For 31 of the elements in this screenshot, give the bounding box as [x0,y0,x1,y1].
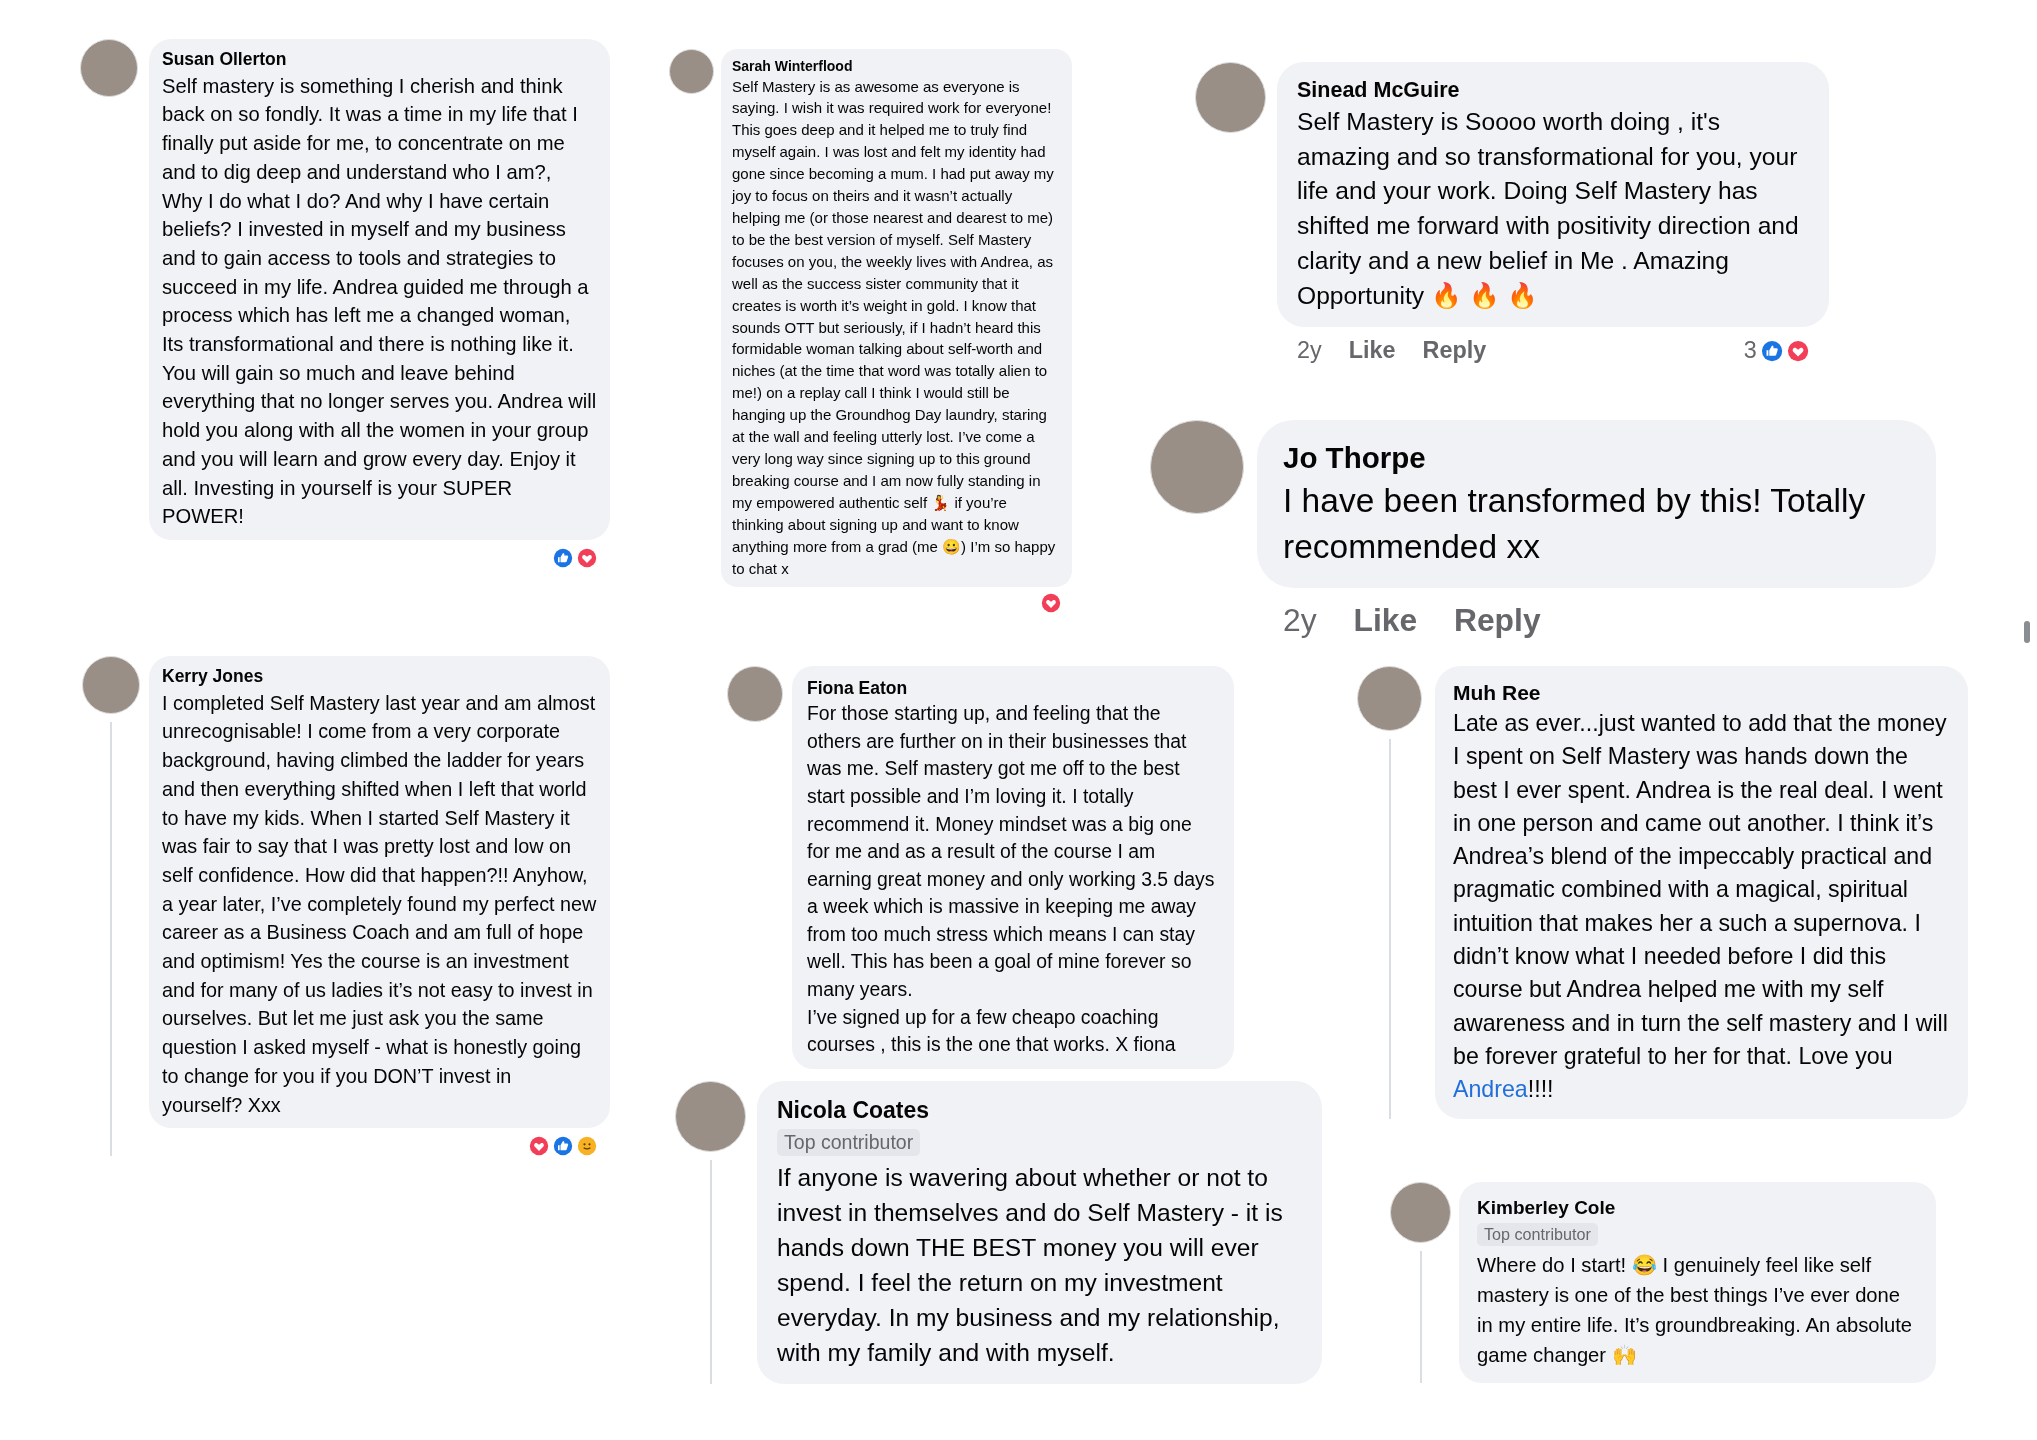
avatar[interactable] [727,666,783,722]
author-name[interactable]: Jo Thorpe [1283,438,1910,478]
author-name[interactable]: Sinead McGuire [1297,76,1809,105]
avatar[interactable] [669,49,714,94]
comment-text: Late as ever...just wanted to add that the money I spent on Self Mastery was hands down the best I ever spent. Andrea is the real deal. I went in one person and came out another. I think it’s Andrea’s blend of the impeccably practical and pragmatic combined with a magical, spiritual intuition that makes her a such a supernova. I didn’t know what I needed before I did this course but Andrea helped me with my self awareness and in turn the self mastery and I will be forever grateful to her for that. Love you Andrea!!!! [1453,708,1949,1105]
author-name[interactable]: Susan Ollerton [162,48,597,72]
like-link[interactable]: Like [1348,337,1396,365]
timestamp: 2y [1283,601,1317,639]
comment-text: I have been transformed by this! Totally recommended xx [1283,481,1867,567]
timestamp: 2y [1297,337,1322,365]
contributor-badge: Top contributor [777,1129,921,1157]
author-name[interactable]: Sarah Winterflood [732,56,1061,76]
comment-text: Self Mastery is Soooo worth doing , it's amazing and so transformational for you, your life and your work. Doing Self Mastery has shifted me forward with positivity direction and clarity and a new belief in Me . Amazing Opportunity 🔥 🔥 🔥 [1297,107,1800,311]
reply-link[interactable]: Reply [1422,337,1487,365]
comment-text: Self Mastery is as awesome as everyone is saying. I wish it was required work for everyone! This goes deep and it helped me to truly find myself again. I was lost and felt my identity had gone since becoming a mum. I had put away my joy to focus on theirs and it wasn’t actually helping me (or those nearest and dearest to me) to be the best version of myself. Self Mastery focuses on you, the weekly lives with Andrea, as well as the success sister community that it creates is worth it’s weight in gold. I know that sounds OTT but seriously, if I hadn’t heard this formidable woman talking about self-worth and niches (at the time that word was totally alien to me!) on a replay call I think I would still be hanging up the Groundhog Day laundry, staring at the wall and feeling utterly lost. I’ve come a very long way since signing up to this ground breaking course and I am now fully standing in my empowered authentic self 💃 if you’re thinking about signing up and want to know anything more from a grad (me 😀) I’m so happy to chat x [732,76,1057,579]
author-name[interactable]: Kimberley Cole [1477,1194,1918,1221]
like-link[interactable]: Like [1353,601,1418,639]
author-name[interactable]: Muh Ree [1453,678,1950,707]
author-name[interactable]: Nicola Coates [777,1095,1302,1127]
mention-link[interactable]: Andrea [1453,1076,1528,1103]
comment-text: I completed Self Mastery last year and am almost unrecognisable! I come from a very corporate background, having climbed the ladder for years and then everything shifted when I left that world to have my kids. When I started Self Mastery it was fair to say that I was pretty lost and low on self confidence. How did that happen?!! Anyhow, a year later, I’ve completely found my perfect new career as a Business Coach and am full of hope and optimism! Yes the course is an investment and for many of us ladies it’s not easy to invest in ourselves. But let me just ask you the same question I asked myself - what is honestly going to change for you if you DON’T invest in yourself? Xxx [162,690,597,1118]
comment-text: If anyone is wavering about whether or not to invest in themselves and do Self Mastery - it is hands down THE BEST money you will ever spend. I feel the return on my investment everyday. In my business and my relationship, with my family and with myself. [777,1163,1284,1369]
contributor-badge: Top contributor [1477,1223,1598,1247]
author-name[interactable]: Kerry Jones [162,665,597,689]
author-name[interactable]: Fiona Eaton [807,676,1219,701]
reply-link[interactable]: Reply [1453,601,1541,639]
comment-text: Self mastery is something I cherish and think back on so fondly. It was a time in my life that I finally put aside for me, to concentrate on me and to dig deep and understand who I am?, Why I do what I do? And why I have certain beliefs? I invested in myself and my business and to gain access to tools and strategies to succeed in my life. Andrea guided me through a process which has left me a changed woman, Its transformational and there is nothing like it. You will gain so much and leave behind everything that no longer serves you. Andrea will hold you along with all the women in your group and you will learn and grow every day. Enjoy it all. Investing in yourself is your SUPER POWER! [162,73,597,530]
comment-text: For those starting up, and feeling that the others are further on in their businesses that was me. Self mastery got me off to the best start possible and I’m loving it. I totally recommend it. Money mindset was a big one for me and as a result of the course I am earning great money and only working 3.5 days a week which is massive in keeping me away from too much stress which means I can stay well. This has been a goal of mine forever so many years. I’ve signed up for a few cheapo coaching courses , this is the one that works. X fiona [807,701,1216,1058]
reaction-count: 3 [1743,337,1757,365]
comment-text: Where do I start! 😂 I genuinely feel like self mastery is one of the best things I’ve ever done in my entire life. It’s groundbreaking. An absolute game changer 🙌 [1477,1253,1914,1369]
scrollbar-thumb[interactable] [2024,621,2030,643]
